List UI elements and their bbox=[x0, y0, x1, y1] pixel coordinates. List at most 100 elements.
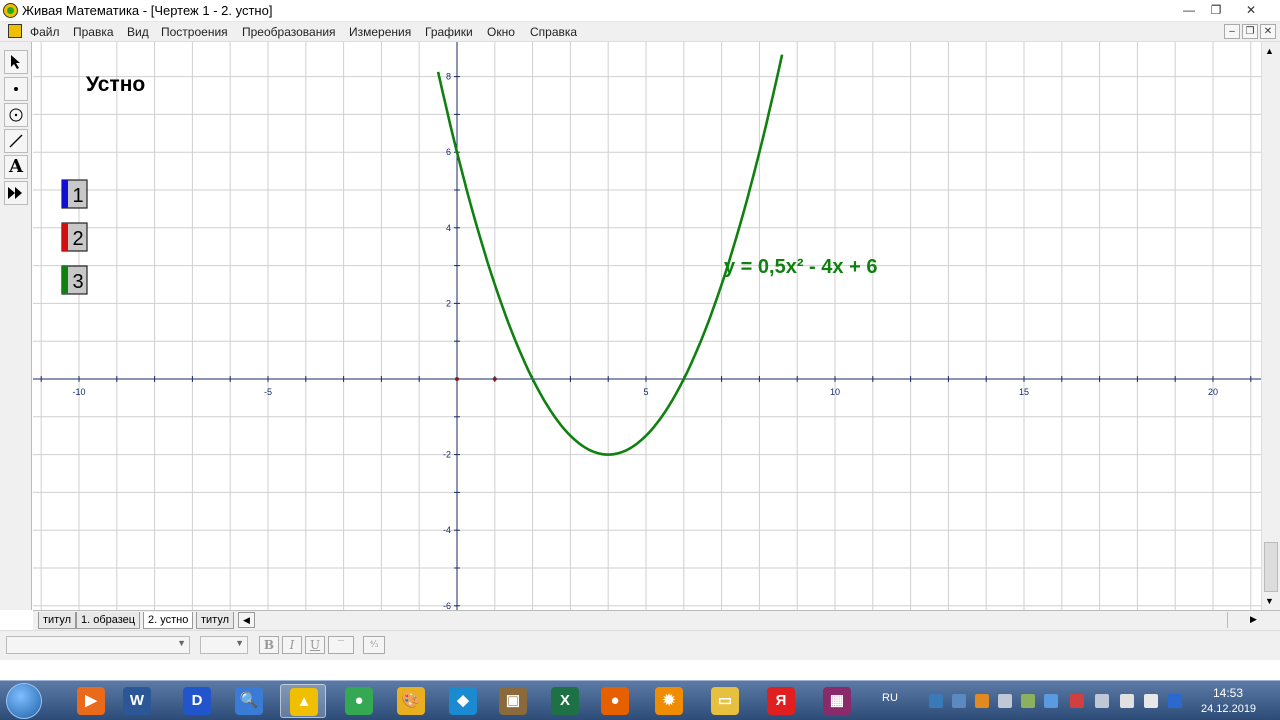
window-title: Живая Математика - [Чертеж 1 - 2. устно] bbox=[22, 3, 273, 18]
chevron-down-icon: ▼ bbox=[235, 638, 244, 648]
arrow-tool-icon[interactable] bbox=[4, 50, 28, 74]
close-button[interactable]: ✕ bbox=[1238, 1, 1264, 19]
tray-ime-icon[interactable] bbox=[1021, 694, 1035, 708]
action-button-label[interactable]: 2 bbox=[72, 228, 83, 250]
taskbar-app-button[interactable]: W bbox=[114, 684, 160, 718]
bold-button[interactable]: B bbox=[259, 636, 279, 654]
tray-update-icon[interactable] bbox=[1044, 694, 1058, 708]
y-tick-label: 2 bbox=[446, 298, 451, 308]
doc-restore-button[interactable]: ❐ bbox=[1242, 24, 1258, 39]
color-button[interactable]: ‾ bbox=[328, 636, 354, 654]
compass-tool-icon[interactable] bbox=[4, 103, 28, 127]
x-tick-label: 15 bbox=[1019, 387, 1029, 397]
tab-oral[interactable]: 2. устно bbox=[143, 612, 194, 629]
excel-icon: X bbox=[551, 687, 579, 715]
media-player-icon: ▶ bbox=[77, 687, 105, 715]
y-tick-label: 4 bbox=[446, 223, 451, 233]
tray-usb-icon[interactable] bbox=[1095, 694, 1109, 708]
taskbar-app-button[interactable]: ● bbox=[336, 684, 382, 718]
action-button-color-strip bbox=[62, 266, 68, 294]
tray-printer-icon[interactable] bbox=[1120, 694, 1134, 708]
tray-tools-icon[interactable] bbox=[1070, 694, 1084, 708]
tabs-scroll-left-icon[interactable]: ◀ bbox=[238, 612, 255, 628]
taskbar: ▶ W D 🔍 ▲ ● 🎨 ◆ ▣ X ● ✹ ▭ Я ▦ RU 14:53 24.12.2019 bbox=[0, 680, 1280, 720]
font-name-select[interactable]: ▼ bbox=[6, 636, 190, 654]
taskbar-app-button[interactable]: ▲ bbox=[280, 684, 326, 718]
vertical-scrollbar[interactable]: ▲ ▼ bbox=[1261, 42, 1280, 610]
text-tool-icon[interactable]: A bbox=[4, 155, 28, 179]
taskbar-app-button[interactable]: ◆ bbox=[440, 684, 486, 718]
x-tick-label: -5 bbox=[264, 387, 272, 397]
tray-orange-icon[interactable] bbox=[975, 694, 989, 708]
chrome-icon: ● bbox=[345, 687, 373, 715]
title-bar: Живая Математика - [Чертеж 1 - 2. устно]… bbox=[0, 0, 1280, 22]
taskbar-app-button[interactable]: ▣ bbox=[490, 684, 536, 718]
tray-volume-icon[interactable] bbox=[998, 694, 1012, 708]
taskbar-app-button[interactable]: 🎨 bbox=[388, 684, 434, 718]
scroll-up-icon[interactable]: ▲ bbox=[1265, 46, 1274, 56]
start-button[interactable] bbox=[6, 683, 42, 719]
firefox-icon: ● bbox=[601, 687, 629, 715]
doc-close-button[interactable]: ✕ bbox=[1260, 24, 1276, 39]
taskbar-app-button[interactable]: ▭ bbox=[702, 684, 748, 718]
formula-label[interactable]: y = 0,5x² - 4x + 6 bbox=[724, 256, 877, 278]
menu-transform[interactable]: Преобразования bbox=[242, 25, 336, 39]
action-button-label[interactable]: 3 bbox=[72, 271, 83, 293]
axis-point[interactable] bbox=[492, 377, 497, 381]
y-tick-label: 6 bbox=[446, 147, 451, 157]
tray-bluetooth-icon[interactable] bbox=[1168, 694, 1182, 708]
doc-minimize-button[interactable]: – bbox=[1224, 24, 1240, 39]
taskbar-app-button[interactable]: ▦ bbox=[814, 684, 860, 718]
app-logo-icon[interactable] bbox=[3, 3, 18, 18]
clock-time[interactable]: 14:53 bbox=[1213, 686, 1243, 700]
sketch-canvas[interactable]: -10 -5 5 10 15 20 -6 -4 -2 2 4 6 8 Устно y = 0,5x² - 4… bbox=[33, 42, 1261, 610]
minimize-button[interactable]: — bbox=[1176, 1, 1202, 19]
action-button-label[interactable]: 1 bbox=[72, 185, 83, 207]
folder-icon: ▭ bbox=[711, 687, 739, 715]
menu-edit[interactable]: Правка bbox=[73, 25, 114, 39]
line-tool-icon[interactable] bbox=[4, 129, 28, 153]
scroll-down-icon[interactable]: ▼ bbox=[1265, 596, 1274, 606]
menu-window[interactable]: Окно bbox=[487, 25, 515, 39]
italic-button[interactable]: I bbox=[282, 636, 302, 654]
point-tool-icon[interactable] bbox=[4, 77, 28, 101]
d-app-icon: D bbox=[183, 687, 211, 715]
custom-tool-icon[interactable] bbox=[4, 181, 28, 205]
taskbar-app-button[interactable]: D bbox=[174, 684, 220, 718]
restore-button[interactable]: ❐ bbox=[1203, 1, 1229, 19]
page-heading: Устно bbox=[86, 73, 145, 96]
tab-title-2[interactable]: титул bbox=[196, 612, 235, 629]
taskbar-app-button[interactable]: X bbox=[542, 684, 588, 718]
menu-help[interactable]: Справка bbox=[530, 25, 577, 39]
menu-construct[interactable]: Построения bbox=[161, 25, 228, 39]
tab-title-1[interactable]: титул bbox=[38, 612, 77, 629]
tab-sample[interactable]: 1. образец bbox=[76, 612, 141, 629]
coordinate-plane[interactable]: -10 -5 5 10 15 20 -6 -4 -2 2 4 6 8 Устно y = 0,5x² - 4… bbox=[33, 42, 1261, 610]
y-tick-label: -6 bbox=[443, 601, 451, 610]
taskbar-app-button[interactable]: ● bbox=[592, 684, 638, 718]
tray-network-icon[interactable] bbox=[929, 694, 943, 708]
tray-box-icon[interactable] bbox=[952, 694, 966, 708]
taskbar-app-button[interactable]: ▶ bbox=[68, 684, 114, 718]
scrollbar-thumb[interactable] bbox=[1264, 542, 1278, 592]
font-size-select[interactable]: ▼ bbox=[200, 636, 248, 654]
menu-measure[interactable]: Измерения bbox=[349, 25, 411, 39]
document-icon[interactable] bbox=[8, 24, 22, 38]
paint-icon: 🎨 bbox=[397, 687, 425, 715]
tray-flag-icon[interactable] bbox=[1144, 694, 1158, 708]
axis-point[interactable] bbox=[455, 377, 459, 381]
taskbar-app-button[interactable]: Я bbox=[758, 684, 804, 718]
taskbar-app-button[interactable]: 🔍 bbox=[226, 684, 272, 718]
clock-date[interactable]: 24.12.2019 bbox=[1201, 703, 1256, 715]
y-tick-label: -4 bbox=[443, 525, 451, 535]
yandex-icon: Я bbox=[767, 687, 795, 715]
menu-graph[interactable]: Графики bbox=[425, 25, 473, 39]
taskbar-app-button[interactable]: ✹ bbox=[646, 684, 692, 718]
globe-icon: ◆ bbox=[449, 687, 477, 715]
language-indicator[interactable]: RU bbox=[882, 692, 898, 704]
menu-file[interactable]: Файл bbox=[30, 25, 60, 39]
hscroll-right-icon[interactable]: ▶ bbox=[1245, 612, 1262, 628]
underline-button[interactable]: U bbox=[305, 636, 325, 654]
fraction-button[interactable]: ⁴⁄₃ bbox=[363, 636, 385, 654]
menu-view[interactable]: Вид bbox=[127, 25, 149, 39]
